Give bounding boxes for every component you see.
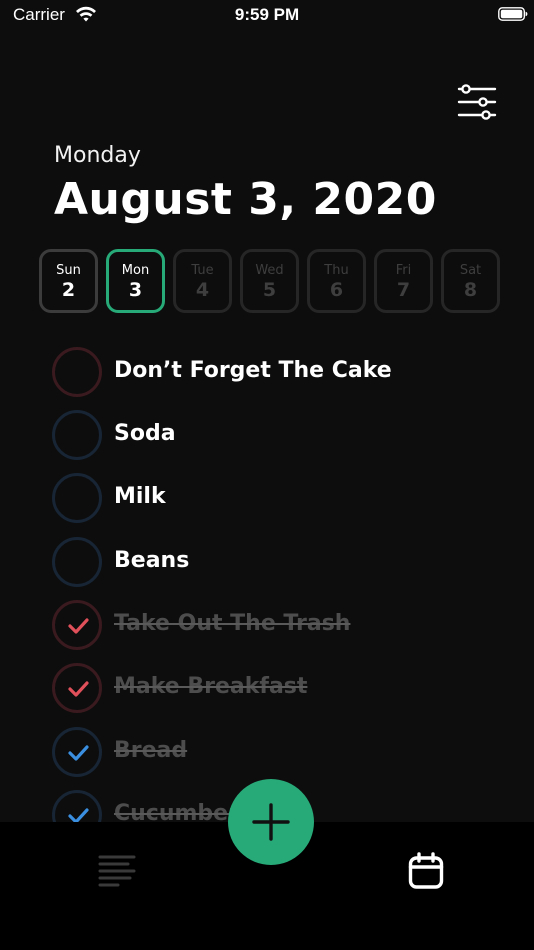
tab-list[interactable] xyxy=(98,854,136,890)
day-name: Mon xyxy=(121,263,150,278)
task-checkbox[interactable] xyxy=(52,663,102,713)
list-icon xyxy=(98,855,136,887)
day-thu[interactable]: Thu 6 xyxy=(307,249,366,313)
task-item[interactable]: Beans xyxy=(52,537,522,589)
day-number: 4 xyxy=(195,279,210,301)
clock: 9:59 PM xyxy=(234,5,300,24)
task-item[interactable]: Take Out The Trash xyxy=(52,600,522,652)
battery-icon xyxy=(498,7,528,21)
day-number: 5 xyxy=(262,279,277,301)
weekday-label: Monday xyxy=(54,143,141,168)
sliders-icon xyxy=(457,84,497,120)
task-checkbox[interactable] xyxy=(52,347,102,397)
task-checkbox[interactable] xyxy=(52,410,102,460)
day-number: 8 xyxy=(463,279,478,301)
task-label: Take Out The Trash xyxy=(114,611,351,636)
plus-icon xyxy=(252,803,290,841)
filter-button[interactable] xyxy=(457,84,497,120)
day-number: 2 xyxy=(61,279,76,301)
checkmark-icon xyxy=(68,618,89,634)
day-name: Tue xyxy=(191,263,214,278)
calendar-icon xyxy=(408,852,444,889)
day-name: Fri xyxy=(395,263,412,278)
day-name: Wed xyxy=(255,263,284,278)
task-item[interactable]: Make Breakfast xyxy=(52,663,522,715)
task-checkbox[interactable] xyxy=(52,727,102,777)
task-label: Bread xyxy=(114,738,188,763)
day-number: 3 xyxy=(128,279,143,301)
task-item[interactable]: Bread xyxy=(52,727,522,779)
task-item[interactable]: Soda xyxy=(52,410,522,462)
task-checkbox[interactable] xyxy=(52,537,102,587)
task-item[interactable]: Milk xyxy=(52,473,522,525)
app-screen: Carrier 9:59 PM Monday August 3, 2020 Su… xyxy=(0,0,534,950)
task-label: Beans xyxy=(114,548,190,573)
day-sun[interactable]: Sun 2 xyxy=(39,249,98,313)
checkmark-icon xyxy=(68,681,89,697)
task-checkbox[interactable] xyxy=(52,600,102,650)
day-mon[interactable]: Mon 3 xyxy=(106,249,165,313)
day-name: Thu xyxy=(324,263,349,278)
task-label: Don’t Forget The Cake xyxy=(114,358,392,383)
task-label: Milk xyxy=(114,484,166,509)
task-label: Soda xyxy=(114,421,176,446)
task-item[interactable]: Don’t Forget The Cake xyxy=(52,347,522,399)
day-name: Sat xyxy=(459,263,482,278)
week-strip: Sun 2 Mon 3 Tue 4 Wed 5 Thu 6 Fri 7 Sat 8 xyxy=(39,249,503,317)
day-fri[interactable]: Fri 7 xyxy=(374,249,433,313)
task-checkbox[interactable] xyxy=(52,473,102,523)
add-task-button[interactable] xyxy=(228,779,314,865)
checkmark-icon xyxy=(68,745,89,761)
page-title: August 3, 2020 xyxy=(54,174,437,225)
checkmark-icon xyxy=(68,808,89,822)
day-number: 7 xyxy=(396,279,411,301)
day-wed[interactable]: Wed 5 xyxy=(240,249,299,313)
day-name: Sun xyxy=(56,263,81,278)
task-checkbox[interactable] xyxy=(52,790,102,822)
day-tue[interactable]: Tue 4 xyxy=(173,249,232,313)
day-sat[interactable]: Sat 8 xyxy=(441,249,500,313)
task-label: Cucumber xyxy=(114,801,239,822)
task-list: Don’t Forget The Cake Soda Milk Beans Ta… xyxy=(52,347,522,822)
task-label: Make Breakfast xyxy=(114,674,308,699)
status-bar: Carrier 9:59 PM xyxy=(0,0,534,32)
tab-calendar[interactable] xyxy=(408,852,444,890)
day-number: 6 xyxy=(329,279,344,301)
